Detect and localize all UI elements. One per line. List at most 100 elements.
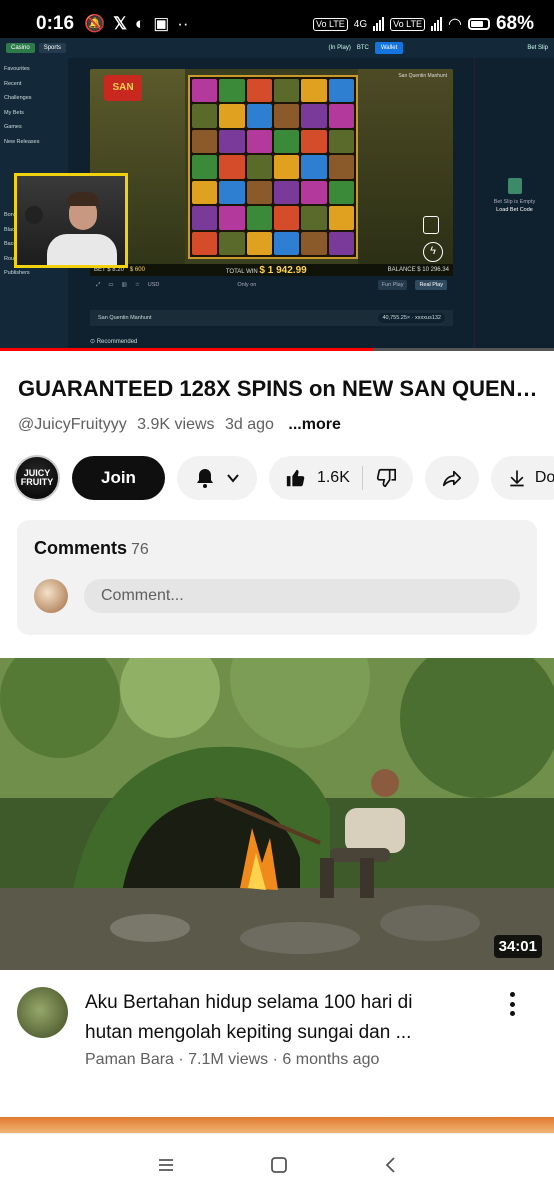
fiat-label: USD bbox=[147, 282, 160, 288]
slot-symbol bbox=[328, 155, 354, 179]
currency-label: BTC bbox=[356, 45, 369, 51]
channel-avatar[interactable]: JUICY FRUITY bbox=[14, 455, 60, 501]
next-video-title[interactable]: Aku Bertahan hidup selama 100 hari di hu… bbox=[85, 988, 490, 1048]
sidebar-item: Recent bbox=[4, 80, 22, 87]
shield-icon: ◐ bbox=[134, 14, 146, 33]
download-button[interactable]: Do bbox=[490, 456, 554, 500]
next-video-thumbnail[interactable]: 34:01 bbox=[0, 658, 554, 970]
slot-symbol bbox=[274, 129, 300, 154]
win-badge: 40,755.25× · xxxxus132 bbox=[378, 313, 445, 323]
sidebar-item: New Releases bbox=[4, 138, 40, 145]
slot-symbol bbox=[328, 231, 354, 255]
bet-slip-icon bbox=[507, 178, 522, 194]
like-button[interactable]: 1.6K bbox=[285, 467, 350, 489]
next-age: 6 months ago bbox=[282, 1051, 380, 1068]
theatre-icon: ▭ bbox=[108, 282, 114, 288]
expand-icon: ⤢ bbox=[96, 281, 101, 288]
slot-symbol bbox=[192, 231, 218, 255]
casino-tab: Casino bbox=[6, 43, 35, 53]
slot-symbol bbox=[274, 104, 300, 128]
slot-symbol bbox=[219, 129, 245, 154]
slot-symbol bbox=[301, 180, 327, 205]
share-button[interactable] bbox=[424, 456, 479, 500]
slot-symbol bbox=[219, 104, 245, 128]
slot-symbol bbox=[328, 180, 354, 205]
slot-symbol bbox=[192, 180, 218, 205]
chevron-down-icon bbox=[225, 470, 241, 486]
slot-symbol bbox=[328, 206, 354, 230]
slot-symbol bbox=[246, 155, 272, 179]
more-link[interactable]: ...more bbox=[288, 416, 340, 433]
bet-slip-panel: Bet Slip is Empty Load Bet Code bbox=[474, 58, 554, 351]
slot-symbol bbox=[192, 79, 218, 103]
channel-avatar-next[interactable] bbox=[17, 987, 68, 1038]
notification-bell-button[interactable] bbox=[176, 456, 257, 500]
comment-input[interactable]: Comment... bbox=[84, 579, 520, 613]
phone-icon bbox=[423, 216, 439, 234]
x-icon: 𝕏 bbox=[113, 14, 127, 33]
wifi-icon: ◠ bbox=[448, 16, 462, 33]
back-icon[interactable] bbox=[383, 1156, 397, 1179]
slot-symbol bbox=[274, 206, 300, 230]
thumbs-down-icon bbox=[375, 467, 397, 489]
like-count: 1.6K bbox=[316, 469, 350, 486]
message-icon: ▣ bbox=[153, 14, 170, 33]
signal-icon-2 bbox=[431, 17, 442, 31]
slot-symbol bbox=[274, 155, 300, 179]
system-icons: Vo LTE 4G Vo LTE ◠ 68% bbox=[312, 13, 534, 35]
dislike-button[interactable] bbox=[375, 467, 397, 489]
thumbnail-image bbox=[0, 658, 554, 970]
bet-value: $ 600 bbox=[129, 267, 145, 273]
slot-symbol bbox=[219, 206, 245, 230]
channel-handle: @JuicyFruityyy bbox=[18, 416, 127, 433]
video-duration: 34:01 bbox=[493, 935, 542, 958]
slot-symbol bbox=[219, 79, 245, 103]
sidebar-item: Challenges bbox=[4, 95, 32, 102]
in-play-label: (In Play) bbox=[328, 45, 351, 51]
slot-symbol bbox=[219, 231, 245, 255]
slot-symbol bbox=[301, 104, 327, 128]
more-options-icon[interactable] bbox=[502, 989, 522, 1019]
slot-symbol bbox=[301, 129, 327, 154]
share-icon bbox=[441, 467, 463, 489]
video-player[interactable]: Casino Sports (In Play) BTC Wallet Bet S… bbox=[0, 38, 554, 351]
streamer-webcam bbox=[14, 173, 128, 268]
notification-icons: 🔕 𝕏 ◐ ▣ ·· bbox=[84, 14, 189, 34]
network-type: 4G bbox=[353, 18, 368, 30]
join-button[interactable]: Join bbox=[72, 456, 165, 500]
next-video-info[interactable]: Aku Bertahan hidup selama 100 hari di hu… bbox=[0, 985, 554, 1085]
real-play: Real Play bbox=[415, 280, 447, 290]
video-meta[interactable]: @JuicyFruityyy 3.9K views 3d ago ...more bbox=[18, 416, 347, 434]
slot-status-bar: BET $ 8.20 $ 600 TOTAL WIN $ 1 942.99 BA… bbox=[90, 264, 453, 276]
slot-symbol bbox=[274, 79, 300, 103]
like-dislike-chip: 1.6K bbox=[268, 456, 413, 500]
only-on-label: Only on bbox=[237, 282, 257, 288]
upload-age: 3d ago bbox=[224, 416, 274, 433]
sidebar-item: Games bbox=[4, 124, 22, 131]
mute-icon: 🔕 bbox=[84, 14, 106, 33]
slot-symbol bbox=[246, 104, 272, 128]
sidebar-item: My Bets bbox=[4, 109, 24, 116]
signal-icon bbox=[373, 17, 385, 31]
system-nav-bar bbox=[0, 1133, 554, 1200]
sports-tab: Sports bbox=[38, 43, 67, 53]
slot-symbol bbox=[246, 129, 272, 154]
next-video-meta: Paman Bara · 7.1M views · 6 months ago bbox=[85, 1051, 380, 1068]
video-title[interactable]: GUARANTEED 128X SPINS on NEW SAN QUENTIN bbox=[18, 376, 540, 402]
sidebar-item bbox=[4, 154, 64, 160]
slot-symbol bbox=[192, 104, 218, 128]
comments-panel[interactable]: Comments 76 Comment... bbox=[17, 520, 537, 635]
volte-badge-2: Vo LTE bbox=[390, 17, 425, 31]
recommended-label: ⊙ Recommended bbox=[90, 339, 138, 345]
bet-slip-title bbox=[479, 62, 550, 68]
wallet-button: Wallet bbox=[374, 42, 404, 54]
stats-icon: ▥ bbox=[121, 282, 127, 288]
sidebar-item: Publishers bbox=[4, 270, 30, 277]
slot-symbol bbox=[219, 155, 245, 179]
comments-header: Comments 76 bbox=[34, 538, 149, 558]
menu-icon[interactable] bbox=[157, 1157, 175, 1178]
home-square-icon[interactable] bbox=[270, 1156, 288, 1179]
fun-play: Fun Play bbox=[377, 280, 408, 290]
balance: BALANCE $ 10 296.34 bbox=[387, 267, 449, 273]
star-icon: ☆ bbox=[134, 282, 140, 288]
